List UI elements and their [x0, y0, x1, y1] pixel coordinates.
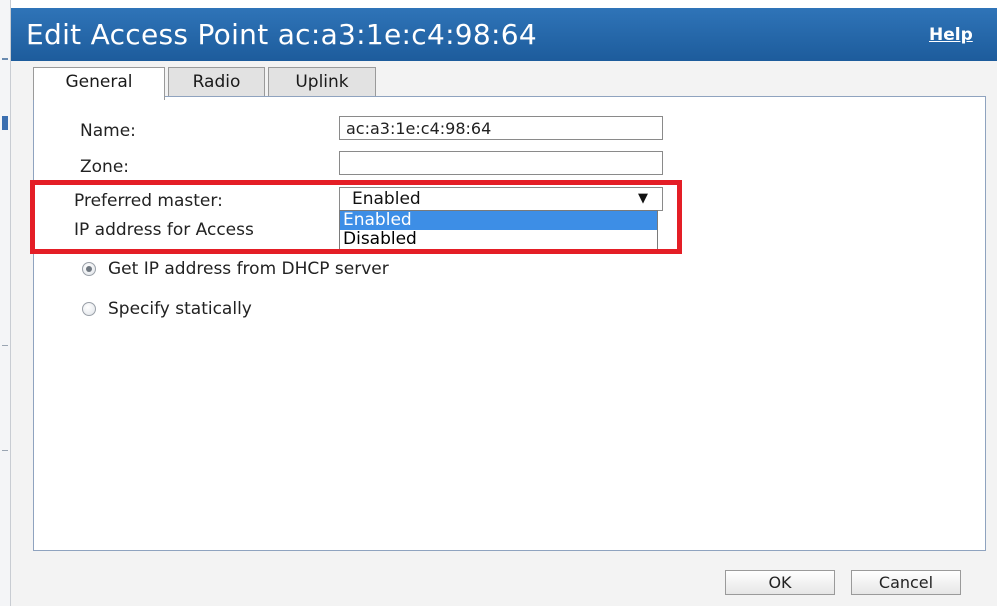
background-marker — [2, 450, 8, 451]
ok-button[interactable]: OK — [725, 570, 835, 595]
zone-label: Zone: — [80, 157, 130, 177]
preferred-master-select[interactable]: Enabled ▼ — [339, 187, 663, 211]
dhcp-radio-label[interactable]: Get IP address from DHCP server — [108, 259, 389, 279]
name-field[interactable] — [339, 116, 663, 140]
zone-field[interactable] — [339, 151, 663, 175]
background-marker — [2, 116, 8, 130]
tab-general[interactable]: General — [33, 67, 165, 100]
edit-access-point-dialog: Edit Access Point ac:a3:1e:c4:98:64 Help… — [11, 8, 997, 606]
radio-dot — [86, 266, 92, 272]
static-radio[interactable] — [82, 302, 96, 316]
tab-radio[interactable]: Radio — [168, 67, 265, 97]
ip-section-label: IP address for Access — [74, 220, 254, 240]
dialog-title: Edit Access Point ac:a3:1e:c4:98:64 — [26, 18, 537, 51]
name-label: Name: — [80, 121, 136, 141]
dhcp-radio[interactable] — [82, 262, 96, 276]
background-marker — [2, 345, 8, 346]
dropdown-arrow-icon[interactable]: ▼ — [638, 188, 648, 210]
preferred-master-label: Preferred master: — [74, 191, 223, 211]
dialog-titlebar: Edit Access Point ac:a3:1e:c4:98:64 Help — [11, 8, 997, 61]
option-disabled[interactable]: Disabled — [340, 230, 657, 249]
ip-section-label-wrap: IP address for Access — [74, 220, 338, 240]
background-marker — [2, 58, 8, 60]
option-enabled[interactable]: Enabled — [340, 211, 657, 230]
preferred-master-value: Enabled — [352, 189, 421, 209]
cancel-button[interactable]: Cancel — [851, 570, 961, 595]
tab-uplink[interactable]: Uplink — [268, 67, 376, 97]
background-window-edge — [0, 0, 11, 606]
static-radio-label[interactable]: Specify statically — [108, 299, 252, 319]
preferred-master-dropdown[interactable]: Enabled Disabled — [339, 210, 658, 250]
help-link[interactable]: Help — [929, 25, 973, 45]
